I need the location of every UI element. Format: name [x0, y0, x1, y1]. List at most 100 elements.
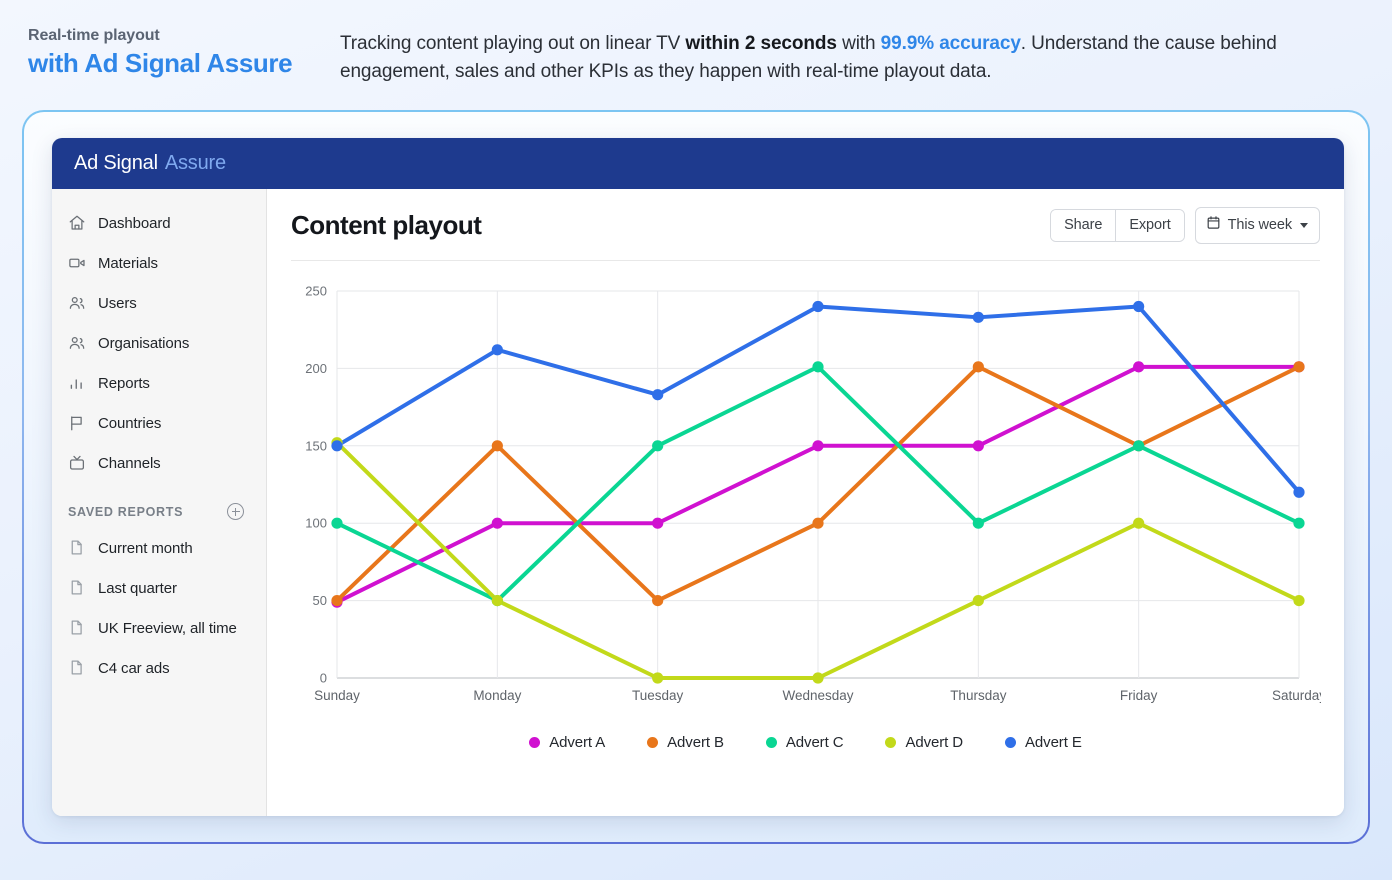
sidebar-item-dashboard[interactable]: Dashboard	[52, 203, 266, 243]
sidebar-item-countries[interactable]: Countries	[52, 403, 266, 443]
data-point[interactable]	[972, 595, 984, 607]
calendar-icon	[1206, 215, 1221, 235]
sidebar-item-users[interactable]: Users	[52, 283, 266, 323]
data-point[interactable]	[331, 440, 343, 452]
data-point[interactable]	[1293, 595, 1305, 607]
bar-chart-icon	[68, 374, 86, 392]
date-range-button[interactable]: This week	[1194, 207, 1320, 244]
users-icon	[68, 294, 86, 312]
y-axis-tick-label: 100	[305, 516, 327, 531]
data-point[interactable]	[1133, 300, 1145, 313]
sidebar-item-organisations[interactable]: Organisations	[52, 323, 266, 363]
sidebar-item-label: Dashboard	[98, 214, 171, 232]
content-playout-line-chart[interactable]: 0 50 100 150 200 250 Sunday Monday Tuesday Wednes…	[291, 275, 1321, 720]
chevron-down-icon	[1300, 222, 1308, 228]
data-point[interactable]	[972, 311, 984, 323]
saved-report-label: C4 car ads	[98, 659, 170, 677]
legend-swatch-icon	[529, 737, 541, 748]
sidebar-item-label: Materials	[98, 254, 158, 272]
data-point[interactable]	[1293, 361, 1305, 373]
legend-item-advert-a[interactable]: Advert A	[529, 734, 605, 751]
saved-report-label: Last quarter	[98, 579, 177, 597]
data-point[interactable]	[972, 517, 984, 529]
data-point[interactable]	[1133, 440, 1145, 452]
data-point[interactable]	[491, 440, 503, 452]
data-point[interactable]	[812, 300, 824, 313]
data-point[interactable]	[652, 672, 664, 684]
data-point[interactable]	[1293, 486, 1305, 498]
legend-item-advert-b[interactable]: Advert B	[647, 734, 724, 751]
flag-icon	[68, 414, 86, 432]
chart-header: Content playout Share Export This week	[291, 207, 1320, 261]
x-axis-tick-label: Saturday	[1272, 688, 1321, 703]
data-point[interactable]	[812, 517, 824, 529]
data-point[interactable]	[491, 517, 503, 529]
saved-report-label: Current month	[98, 539, 193, 557]
data-point[interactable]	[652, 595, 664, 607]
main-panel: Content playout Share Export This week 0…	[267, 189, 1344, 816]
data-point[interactable]	[812, 361, 824, 373]
app-brand-accent: Assure	[164, 152, 226, 174]
data-point[interactable]	[491, 595, 503, 607]
y-axis-tick-label: 0	[320, 671, 327, 686]
data-point[interactable]	[652, 517, 664, 529]
sidebar-item-label: Organisations	[98, 334, 190, 352]
legend-swatch-icon	[1005, 737, 1017, 748]
legend-label: Advert B	[667, 734, 724, 751]
export-button[interactable]: Export	[1115, 210, 1184, 241]
sidebar: Dashboard Materials Users Organisations …	[52, 189, 267, 816]
saved-reports-title: SAVED REPORTS	[68, 504, 184, 519]
sidebar-item-channels[interactable]: Channels	[52, 443, 266, 483]
data-point[interactable]	[331, 595, 343, 607]
data-point[interactable]	[491, 344, 503, 356]
data-point[interactable]	[812, 672, 824, 684]
document-icon	[68, 619, 86, 637]
x-axis-tick-label: Friday	[1120, 688, 1158, 703]
x-axis-tick-label: Monday	[473, 688, 521, 703]
plus-circle-icon[interactable]	[227, 503, 244, 520]
chart-title: Content playout	[291, 210, 482, 240]
saved-report-last-quarter[interactable]: Last quarter	[52, 568, 266, 608]
chart-area: 0 50 100 150 200 250 Sunday Monday Tuesday Wednes…	[291, 261, 1321, 816]
document-icon	[68, 659, 86, 677]
data-point[interactable]	[652, 440, 664, 452]
home-icon	[68, 214, 86, 232]
chart-toolbar: Share Export This week	[1050, 207, 1320, 244]
sidebar-item-label: Users	[98, 294, 137, 312]
saved-reports-header: SAVED REPORTS	[52, 483, 266, 528]
legend-label: Advert D	[905, 734, 964, 751]
data-point[interactable]	[812, 440, 824, 452]
page-title: with Ad Signal Assure	[28, 48, 293, 78]
data-point[interactable]	[331, 517, 343, 529]
data-point[interactable]	[652, 389, 664, 401]
legend-item-advert-e[interactable]: Advert E	[1005, 734, 1082, 751]
data-point[interactable]	[972, 361, 984, 373]
saved-report-c4-car-ads[interactable]: C4 car ads	[52, 648, 266, 688]
sidebar-item-materials[interactable]: Materials	[52, 243, 266, 283]
sidebar-item-reports[interactable]: Reports	[52, 363, 266, 403]
x-axis-tick-label: Tuesday	[632, 688, 684, 703]
video-icon	[68, 254, 86, 272]
data-point[interactable]	[1133, 361, 1145, 373]
legend-item-advert-c[interactable]: Advert C	[765, 734, 844, 751]
desc-text-1: Tracking content playing out on linear T…	[340, 33, 686, 54]
users-icon	[68, 334, 86, 352]
sidebar-item-label: Reports	[98, 374, 150, 392]
legend-swatch-icon	[647, 737, 659, 748]
data-point[interactable]	[1133, 517, 1145, 529]
desc-bold: within 2 seconds	[685, 33, 837, 54]
share-button[interactable]: Share	[1051, 210, 1116, 241]
y-axis-tick-label: 200	[305, 361, 327, 376]
page-header: Real-time playout with Ad Signal Assure …	[0, 0, 1392, 106]
date-range-label: This week	[1227, 217, 1292, 233]
saved-report-uk-freeview[interactable]: UK Freeview, all time	[52, 608, 266, 648]
legend-item-advert-d[interactable]: Advert D	[885, 734, 963, 751]
data-point[interactable]	[1293, 517, 1305, 529]
x-axis-tick-label: Sunday	[314, 688, 360, 703]
data-point[interactable]	[972, 440, 984, 452]
showcase-frame: Ad Signal Assure Dashboard Materials Use…	[22, 110, 1370, 844]
sidebar-item-label: Channels	[98, 454, 161, 472]
saved-report-current-month[interactable]: Current month	[52, 528, 266, 568]
legend-label: Advert E	[1025, 734, 1082, 751]
app-header: Ad Signal Assure	[52, 138, 1344, 189]
